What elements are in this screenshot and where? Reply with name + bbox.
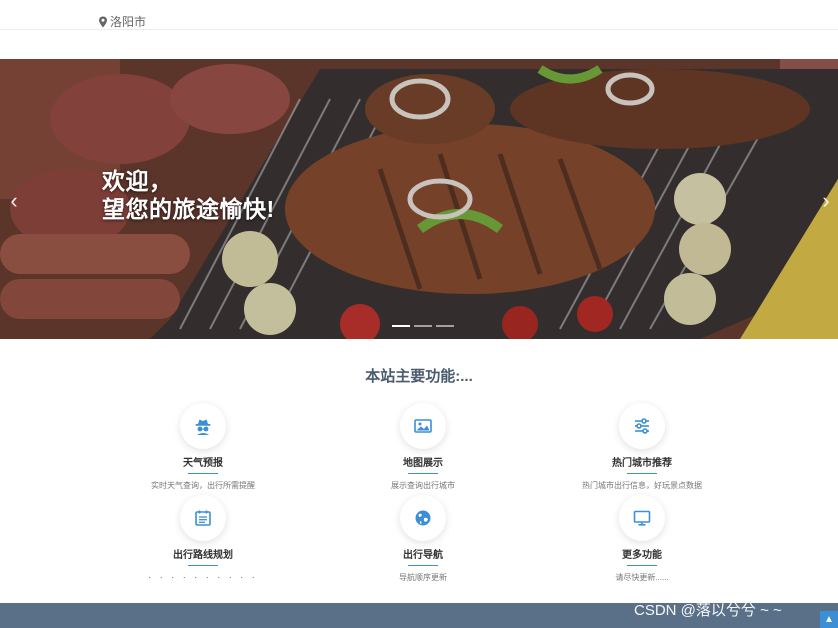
feature-navigation[interactable]: 出行导航 导航顺序更新	[333, 495, 513, 583]
carousel-indicator-2[interactable]	[414, 325, 432, 327]
monitor-icon	[633, 510, 651, 526]
feature-desc: 导航顺序更新	[399, 573, 447, 582]
carousel-indicator-1[interactable]	[392, 325, 410, 327]
feature-underline	[188, 473, 218, 474]
features-title: 本站主要功能:...	[365, 368, 473, 385]
carousel-next-button[interactable]: ›	[816, 187, 836, 215]
feature-underline	[627, 473, 657, 474]
carousel-indicators	[392, 325, 454, 327]
feature-title: 出行路线规划	[173, 550, 233, 561]
feature-desc: · · · · · · · · · ·	[148, 572, 258, 582]
feature-underline	[408, 473, 438, 474]
header-spacer	[0, 31, 838, 59]
feature-underline	[627, 565, 657, 566]
city-selector[interactable]: 洛阳市	[98, 13, 146, 30]
feature-title: 天气预报	[183, 458, 223, 469]
feature-map[interactable]: 地图展示 展示查询出行城市	[333, 403, 513, 491]
feature-underline	[408, 565, 438, 566]
feature-desc: 实时天气查询，出行所需提醒	[151, 481, 255, 490]
csdn-watermark: CSDN @落以兮兮 ~ ~	[634, 602, 782, 619]
feature-route-planning[interactable]: 出行路线规划 · · · · · · · · · ·	[113, 495, 293, 582]
carousel-indicator-3[interactable]	[436, 325, 454, 327]
feature-title: 地图展示	[403, 458, 443, 469]
globe-icon	[415, 510, 431, 526]
feature-icon-circle	[180, 403, 226, 449]
chevron-right-icon: ›	[822, 188, 830, 213]
feature-icon-circle	[400, 495, 446, 541]
feature-icon-circle	[400, 403, 446, 449]
city-label: 洛阳市	[110, 15, 147, 29]
top-bar: 洛阳市	[0, 0, 838, 30]
hero-line1: 欢迎，	[102, 168, 173, 194]
feature-icon-circle	[619, 495, 665, 541]
feature-icon-circle	[619, 403, 665, 449]
feature-title: 出行导航	[403, 550, 443, 561]
hero-headline: 欢迎， 望您的旅途愉快!	[102, 167, 275, 223]
feature-title: 热门城市推荐	[612, 458, 672, 469]
chevron-up-icon: ▲	[824, 614, 834, 625]
feature-hot-cities[interactable]: 热门城市推荐 热门城市出行信息，好玩景点数据	[552, 403, 732, 491]
feature-desc: 热门城市出行信息，好玩景点数据	[582, 481, 702, 490]
hero-line2: 望您的旅途愉快!	[102, 196, 275, 222]
back-to-top-button[interactable]: ▲	[820, 611, 838, 628]
hero-carousel[interactable]: 欢迎， 望您的旅途愉快! ‹ ›	[0, 59, 838, 339]
feature-desc: 请尽快更新......	[615, 573, 669, 582]
sliders-icon	[635, 418, 649, 434]
feature-more[interactable]: 更多功能 请尽快更新......	[552, 495, 732, 583]
feature-weather[interactable]: 天气预报 实时天气查询，出行所需提醒	[113, 403, 293, 491]
map-marker-icon	[99, 16, 107, 27]
feature-title: 更多功能	[622, 550, 662, 561]
user-secret-icon	[195, 419, 211, 435]
carousel-prev-button[interactable]: ‹	[4, 187, 24, 215]
feature-underline	[188, 565, 218, 566]
calendar-list-icon	[195, 510, 211, 526]
feature-icon-circle	[180, 495, 226, 541]
chevron-left-icon: ‹	[10, 188, 18, 213]
picture-icon	[414, 419, 432, 433]
feature-desc: 展示查询出行城市	[391, 481, 455, 490]
